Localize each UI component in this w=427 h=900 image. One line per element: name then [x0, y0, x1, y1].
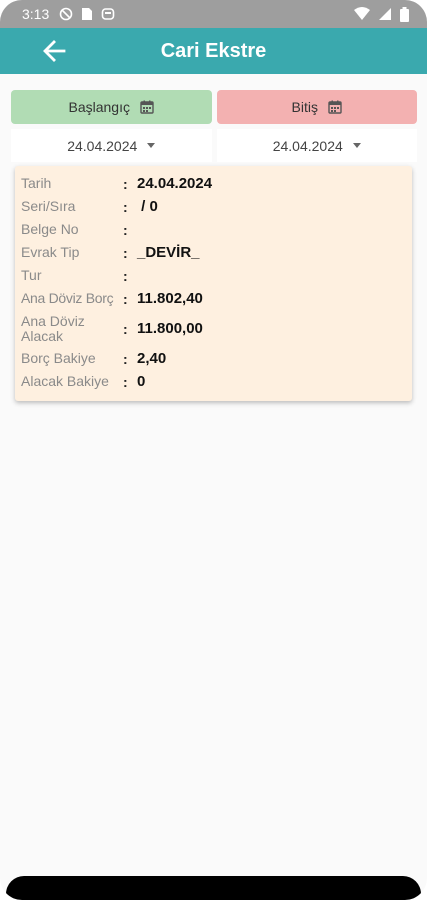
wifi-icon — [354, 7, 370, 20]
record-row-borc-bakiye: Borç Bakiye : 2,40 — [21, 347, 412, 370]
record-label: Tarih — [21, 175, 52, 191]
record-label: Alacak Bakiye — [21, 373, 109, 389]
record-value: 2,40 — [137, 350, 167, 367]
record-row-alacak-bakiye: Alacak Bakiye : 0 — [21, 370, 412, 393]
battery-icon — [400, 6, 409, 22]
chevron-down-icon — [147, 143, 156, 148]
record-value: 11.802,40 — [137, 290, 203, 307]
status-time: 3:13 — [22, 6, 50, 22]
start-date-button[interactable]: Başlangıç — [11, 90, 212, 124]
record-value: 0 — [137, 373, 146, 390]
record-value: / 0 — [137, 198, 158, 215]
calendar-icon — [140, 100, 154, 114]
record-colon: : — [123, 244, 128, 261]
record-label: Seri/Sıra — [21, 198, 76, 214]
record-colon: : — [123, 198, 128, 215]
record-label: Belge No — [21, 221, 79, 237]
record-label: Tur — [21, 267, 42, 283]
no-disturb-icon — [59, 7, 73, 21]
arrow-back-icon — [43, 40, 66, 62]
record-colon: : — [123, 320, 128, 337]
record-value: _DEVİR_ — [137, 244, 200, 261]
record-label: Ana Döviz Borç — [21, 290, 114, 306]
app-notification-icon — [101, 8, 115, 20]
end-date-label: Bitiş — [291, 99, 318, 115]
end-date-button[interactable]: Bitiş — [216, 90, 417, 124]
status-icons-right — [354, 6, 409, 22]
record-row-ana-doviz-alacak: Ana Döviz Alacak : 11.800,00 — [21, 310, 412, 347]
sim-card-icon — [82, 8, 93, 20]
record-colon: : — [123, 221, 128, 238]
date-filter: Başlangıç 24.04.2024 Bitiş 24.04.2024 — [11, 90, 417, 162]
app-bar: Cari Ekstre — [0, 28, 427, 74]
calendar-icon — [328, 100, 342, 114]
phone-screen: 3:13 Cari Ekstre Başlangıç 24.04.2024 Bi… — [0, 0, 427, 900]
record-label: Borç Bakiye — [21, 350, 96, 366]
chevron-down-icon — [352, 143, 361, 148]
statement-record-card[interactable]: Tarih : 24.04.2024 Seri/Sıra : / 0 Belge… — [15, 166, 412, 401]
record-colon: : — [123, 350, 128, 367]
start-date-value: 24.04.2024 — [67, 137, 138, 154]
record-colon: : — [123, 373, 128, 390]
status-bar: 3:13 — [0, 0, 427, 28]
end-date-dropdown[interactable]: 24.04.2024 — [216, 129, 417, 162]
start-date-label: Başlangıç — [68, 99, 130, 115]
record-label: Evrak Tip — [21, 244, 80, 260]
record-row-seri-sira: Seri/Sıra : / 0 — [21, 195, 412, 218]
record-colon: : — [123, 290, 128, 307]
record-colon: : — [123, 175, 128, 192]
record-row-evrak-tip: Evrak Tip : _DEVİR_ — [21, 241, 412, 264]
start-date-dropdown[interactable]: 24.04.2024 — [11, 129, 212, 162]
end-date-value: 24.04.2024 — [272, 137, 343, 154]
record-value: 24.04.2024 — [137, 175, 213, 192]
record-row-ana-doviz-borc: Ana Döviz Borç : 11.802,40 — [21, 287, 412, 310]
status-icons-left — [59, 7, 115, 21]
record-label: Ana Döviz Alacak — [21, 312, 85, 344]
record-value: 11.800,00 — [137, 320, 203, 337]
start-date-column: Başlangıç 24.04.2024 — [11, 90, 212, 162]
end-date-column: Bitiş 24.04.2024 — [216, 90, 417, 162]
record-row-belge-no: Belge No : — [21, 218, 412, 241]
system-navigation-bar — [6, 876, 421, 900]
record-row-tur: Tur : — [21, 264, 412, 287]
record-colon: : — [123, 267, 128, 284]
record-row-tarih: Tarih : 24.04.2024 — [21, 172, 412, 195]
back-button[interactable] — [36, 36, 72, 66]
signal-icon — [379, 8, 391, 20]
